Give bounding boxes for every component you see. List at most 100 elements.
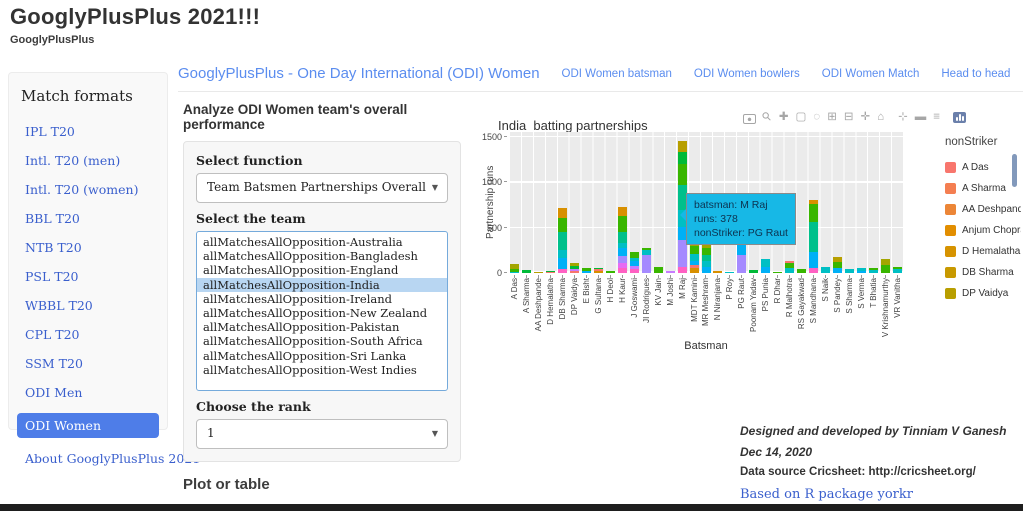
reset-axes-icon[interactable]: ⌂ (877, 110, 884, 124)
bar-segment (690, 254, 699, 261)
bar-v-krishnamurthy[interactable] (881, 259, 890, 273)
sidebar-item-ipl-t20[interactable]: IPL T20 (17, 123, 159, 140)
bar-dp-vaidya[interactable] (570, 263, 579, 273)
bar-ji-rodrigues[interactable] (642, 248, 651, 273)
sidebar-item-about-googlyplusplus-2021[interactable]: About GooglyPlusPlus 2021 (17, 450, 159, 467)
legend-entry-e-bisht[interactable]: E Bisht (945, 304, 1021, 307)
legend-entry-db-sharma[interactable]: DB Sharma (945, 262, 1021, 283)
bar-g-sultana[interactable] (594, 268, 603, 273)
navbar-brand: GooglyPlusPlus (10, 34, 94, 46)
sidebar-heading: Match formats (21, 87, 155, 105)
zoom-icon[interactable]: ⚲ (760, 109, 776, 125)
bar-j-goswami[interactable] (630, 252, 639, 273)
tab-odi-women-match[interactable]: ODI Women Match (822, 68, 920, 80)
bar-h-kaur[interactable] (618, 207, 627, 273)
legend-entry-aa-deshpande[interactable]: AA Deshpande (945, 199, 1021, 220)
x-tick-pg-raut: PG Raut (736, 278, 748, 309)
sidebar-item-bbl-t20[interactable]: BBL T20 (17, 210, 159, 227)
bar-h-deol[interactable] (606, 271, 615, 273)
tab-head-to-head[interactable]: Head to head (941, 68, 1010, 80)
team-option-allmatchesallopposition-pakistan[interactable]: allMatchesAllOpposition-Pakistan (197, 320, 447, 334)
team-listbox[interactable]: allMatchesAllOpposition-AustraliaallMatc… (196, 231, 448, 391)
plotly-logo-icon[interactable] (953, 112, 966, 123)
legend-entry-a-das[interactable]: A Das (945, 157, 1021, 178)
legend-entry-dp-vaidya[interactable]: DP Vaidya (945, 283, 1021, 304)
team-option-allmatchesallopposition-sri-lanka[interactable]: allMatchesAllOpposition-Sri Lanka (197, 349, 447, 363)
legend-entry-a-sharma[interactable]: A Sharma (945, 178, 1021, 199)
legend-scrollbar[interactable] (1012, 154, 1017, 187)
team-option-allmatchesallopposition-south-africa[interactable]: allMatchesAllOpposition-South Africa (197, 334, 447, 348)
bar-a-das[interactable] (510, 264, 519, 273)
hover-closest-icon[interactable]: ▬ (915, 110, 927, 124)
bar-s-sharma[interactable] (845, 269, 854, 273)
box-select-icon[interactable]: ▢ (796, 110, 807, 124)
sidebar-item-wbbl-t20[interactable]: WBBL T20 (17, 297, 159, 314)
sidebar-item-intl-t20-women[interactable]: Intl. T20 (women) (17, 181, 159, 198)
bar-rs-gayakwad[interactable] (797, 269, 806, 273)
bar-e-bisht[interactable] (582, 268, 591, 273)
sidebar-item-intl-t20-men[interactable]: Intl. T20 (men) (17, 152, 159, 169)
zoom-in-icon[interactable]: ⊞ (827, 110, 837, 124)
bar-d-hemalatha[interactable] (546, 271, 555, 273)
sidebar-item-ntb-t20[interactable]: NTB T20 (17, 239, 159, 256)
legend-swatch (945, 267, 956, 278)
x-tick-label: S Naik (821, 278, 830, 302)
bar-kv-jain[interactable] (654, 267, 663, 273)
team-option-allmatchesallopposition-bangladesh[interactable]: allMatchesAllOpposition-Bangladesh (197, 249, 447, 263)
team-option-allmatchesallopposition-australia[interactable]: allMatchesAllOpposition-Australia (197, 235, 447, 249)
tab-odi-women-batsman[interactable]: ODI Women batsman (562, 68, 672, 80)
bar-n-niranjana[interactable] (713, 271, 722, 273)
bar-mdt-kamini[interactable] (690, 241, 699, 273)
tooltip-line: nonStriker: PG Raut (694, 226, 788, 240)
sidebar-item-odi-women[interactable]: ODI Women (17, 413, 159, 438)
team-option-allmatchesallopposition-ireland[interactable]: allMatchesAllOpposition-Ireland (197, 292, 447, 306)
legend-entry-d-hemalatha[interactable]: D Hemalatha (945, 241, 1021, 262)
lasso-select-icon[interactable]: ◌ (813, 110, 820, 124)
bar-m-joshi[interactable] (666, 271, 675, 273)
zoom-out-icon[interactable]: ⊟ (844, 110, 854, 124)
sidebar-item-psl-t20[interactable]: PSL T20 (17, 268, 159, 285)
bar-a-sharma[interactable] (522, 270, 531, 273)
select-function-dropdown[interactable]: Team Batsmen Partnerships Overall ▼ (196, 173, 448, 203)
x-tick-label: S Verma (857, 278, 866, 309)
sidebar-item-ssm-t20[interactable]: SSM T20 (17, 355, 159, 372)
bar-segment (510, 272, 519, 273)
bar-segment (618, 268, 627, 273)
bar-db-sharma[interactable] (558, 208, 567, 273)
team-option-allmatchesallopposition-england[interactable]: allMatchesAllOpposition-England (197, 263, 447, 277)
bar-r-malhotra[interactable] (785, 261, 794, 273)
hover-compare-icon[interactable]: ≡ (933, 110, 940, 124)
bar-mr-meshram[interactable] (702, 245, 711, 273)
bar-s-pandey[interactable] (833, 257, 842, 273)
bar-r-dhar[interactable] (773, 272, 782, 273)
bar-poonam-yadav[interactable] (749, 270, 758, 273)
legend-entry-anjum-chopra[interactable]: Anjum Chopra (945, 220, 1021, 241)
bar-s-verma[interactable] (857, 268, 866, 273)
rank-dropdown[interactable]: 1 ▼ (196, 419, 448, 449)
bar-segment (678, 152, 687, 164)
camera-icon[interactable] (743, 114, 756, 124)
sidebar-item-cpl-t20[interactable]: CPL T20 (17, 326, 159, 343)
team-option-allmatchesallopposition-new-zealand[interactable]: allMatchesAllOpposition-New Zealand (197, 306, 447, 320)
bar-aa-deshpande[interactable] (534, 272, 543, 273)
autoscale-icon[interactable]: ✛ (861, 110, 871, 124)
bar-vr-vanitha[interactable] (893, 267, 902, 273)
bar-t-bhatia[interactable] (869, 268, 878, 273)
x-tick-kv-jain: KV Jain (652, 278, 664, 306)
toggle-spikelines-icon[interactable]: ⊹ (898, 110, 908, 124)
sidebar-item-odi-men[interactable]: ODI Men (17, 384, 159, 401)
pan-icon[interactable]: ✚ (779, 110, 789, 124)
team-option-allmatchesallopposition-west-indies[interactable]: allMatchesAllOpposition-West Indies (197, 363, 447, 377)
sidebar: Match formats IPL T20 Intl. T20 (men) Intl… (8, 72, 168, 430)
team-option-allmatchesallopposition-india[interactable]: allMatchesAllOpposition-India (197, 278, 447, 292)
bar-s-naik[interactable] (821, 267, 830, 273)
bar-p-roy[interactable] (725, 272, 734, 273)
bar-segment (678, 164, 687, 185)
footer-yorkr-link[interactable]: Based on R package yorkr (740, 487, 1020, 502)
bar-ps-punia[interactable] (761, 259, 770, 273)
bar-segment (594, 271, 603, 273)
x-tick-mr-meshram: MR Meshram (700, 278, 712, 326)
tab-odi-women-bowlers[interactable]: ODI Women bowlers (694, 68, 800, 80)
bar-s-mandhana[interactable] (809, 200, 818, 273)
bar-segment (857, 271, 866, 273)
